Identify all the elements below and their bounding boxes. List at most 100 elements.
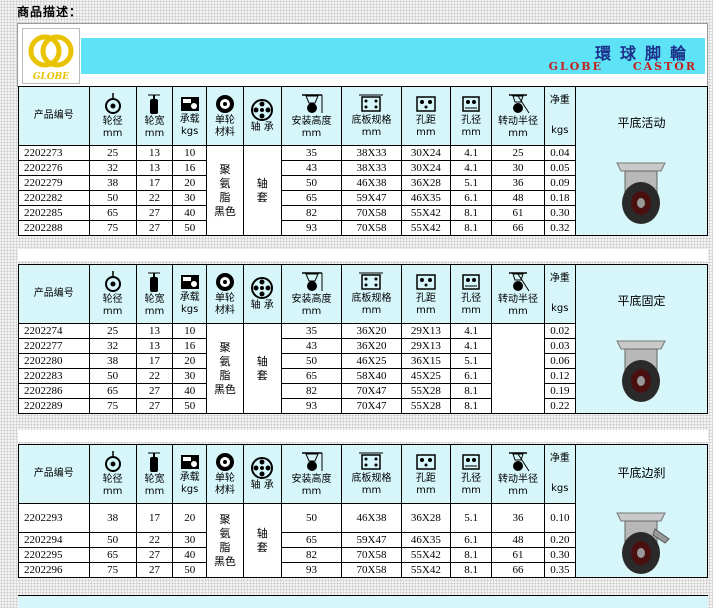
wheel-diameter: 32 — [88, 338, 137, 354]
bearing-char: 轴 — [256, 176, 268, 190]
mount-height: 65 — [280, 190, 343, 206]
col-unit: mm — [301, 485, 322, 497]
hole-diameter: 8.1 — [450, 205, 493, 221]
hole-distance: 36X15 — [400, 353, 452, 369]
hole-diameter-icon — [462, 453, 480, 470]
wheel-width: 13 — [135, 338, 174, 354]
load-capacity: 16 — [172, 160, 208, 176]
bearing-icon — [251, 456, 274, 479]
section-gap — [18, 249, 708, 261]
col-header-wheel-width: 轮宽 mm — [135, 444, 174, 504]
product-type-title: 平底固定 — [617, 294, 666, 308]
spec-table-2: 产品编号 轮径 mm 轮宽 mm 承载 kgs 单轮 材料轴 承安装高度 mm 底板规格 mm 孔距 mm… — [18, 264, 709, 414]
load-capacity: 20 — [172, 353, 208, 369]
col-header-hole-dist: 孔距 mm — [400, 86, 452, 146]
col-unit: kgs — [181, 303, 199, 315]
load-capacity: 40 — [172, 383, 208, 399]
col-label: 轮宽 — [144, 293, 165, 305]
swivel-radius: 61 — [491, 205, 545, 221]
wheel-diameter: 38 — [88, 503, 137, 533]
net-weight: 0.03 — [543, 338, 576, 354]
net-weight: 0.30 — [543, 205, 576, 221]
hole-distance: 30X24 — [400, 160, 452, 176]
col-header-material: 单轮 材料 — [206, 86, 244, 146]
load-capacity: 16 — [172, 338, 208, 354]
col-unit: mm — [144, 485, 165, 497]
product-code: 2202283 — [18, 368, 90, 384]
col-header-height: 安装高度 mm — [280, 264, 343, 324]
col-label: 轮宽 — [144, 473, 165, 485]
swivel-radius: 48 — [491, 532, 545, 548]
col-label: 孔径 — [461, 472, 482, 484]
col-header-swivel-radius: 转动半径 mm — [491, 444, 545, 504]
wheel-diameter-icon — [104, 270, 121, 292]
wheel-diameter: 38 — [88, 175, 137, 191]
wheel-material-icon — [215, 272, 234, 291]
plate-size: 36X20 — [341, 338, 402, 354]
swivel-radius-icon — [509, 93, 530, 113]
col-header-hole-dia: 孔径 mm — [450, 86, 493, 146]
wheel-diameter: 75 — [88, 398, 137, 414]
next-table-header-partial — [18, 595, 708, 608]
col-label: 承载 — [179, 291, 200, 303]
mount-height: 82 — [280, 383, 343, 399]
hole-distance-icon — [416, 95, 436, 112]
col-unit: mm — [416, 304, 436, 316]
wheel-width: 27 — [135, 547, 174, 563]
product-code: 2202286 — [18, 383, 90, 399]
product-code: 2202285 — [18, 205, 90, 221]
spec-table-3: 产品编号 轮径 mm 轮宽 mm 承载 kgs 单轮 材料轴 承安装高度 mm 底板规格 mm 孔距 mm… — [18, 444, 709, 578]
base-plate-icon — [359, 452, 384, 470]
wheel-diameter: 25 — [88, 323, 137, 339]
swivel-radius: 36 — [491, 175, 545, 191]
col-label: 轮径 — [102, 115, 123, 127]
hole-diameter: 5.1 — [450, 175, 493, 191]
plate-size: 38X33 — [341, 145, 402, 161]
material-char: 氨 — [219, 176, 231, 190]
net-weight: 0.18 — [543, 190, 576, 206]
col-label: 转动半径 — [498, 293, 539, 305]
net-weight: 0.06 — [543, 353, 576, 369]
hole-diameter: 8.1 — [450, 547, 493, 563]
product-code: 2202279 — [18, 175, 90, 191]
mount-height: 43 — [280, 338, 343, 354]
wheel-diameter: 75 — [88, 562, 137, 578]
net-weight: 0.30 — [543, 547, 576, 563]
net-weight: 0.20 — [543, 532, 576, 548]
col-label: 安装高度 — [291, 115, 332, 127]
col-unit: mm — [361, 484, 382, 496]
net-weight: 0.10 — [543, 503, 576, 533]
wheel-diameter: 50 — [88, 368, 137, 384]
col-unit: mm — [416, 484, 436, 496]
mount-height: 43 — [280, 160, 343, 176]
col-unit: mm — [301, 305, 322, 317]
col-label: 承载 — [179, 471, 200, 483]
base-plate-icon — [359, 272, 384, 290]
bearing-type: 轴套 — [242, 323, 282, 414]
net-weight: 0.09 — [543, 175, 576, 191]
product-code: 2202294 — [18, 532, 90, 548]
wheel-width: 27 — [135, 383, 174, 399]
plate-size: 70X58 — [341, 205, 402, 221]
col-header-code: 产品编号 — [18, 264, 90, 324]
wheel-diameter: 32 — [88, 160, 137, 176]
hole-distance: 55X28 — [400, 383, 452, 399]
bearing-char: 轴 — [256, 526, 268, 540]
load-capacity: 30 — [172, 368, 208, 384]
load-icon — [180, 96, 199, 111]
wheel-width: 22 — [135, 532, 174, 548]
bearing-char: 套 — [256, 368, 268, 382]
hole-diameter: 4.1 — [450, 323, 493, 339]
bearing-icon — [251, 98, 274, 121]
col-unit: mm — [361, 126, 382, 138]
wheel-width: 17 — [135, 503, 174, 533]
col-label: 安装高度 — [291, 293, 332, 305]
col-header-plate: 底板规格 mm — [341, 264, 402, 324]
plate-size: 46X25 — [341, 353, 402, 369]
col-header-bearing: 轴 承 — [242, 86, 282, 146]
net-weight: 0.19 — [543, 383, 576, 399]
hole-diameter: 8.1 — [450, 383, 493, 399]
material-char: 聚 — [219, 340, 231, 354]
section-gap — [18, 430, 708, 442]
col-header-height: 安装高度 mm — [280, 444, 343, 504]
